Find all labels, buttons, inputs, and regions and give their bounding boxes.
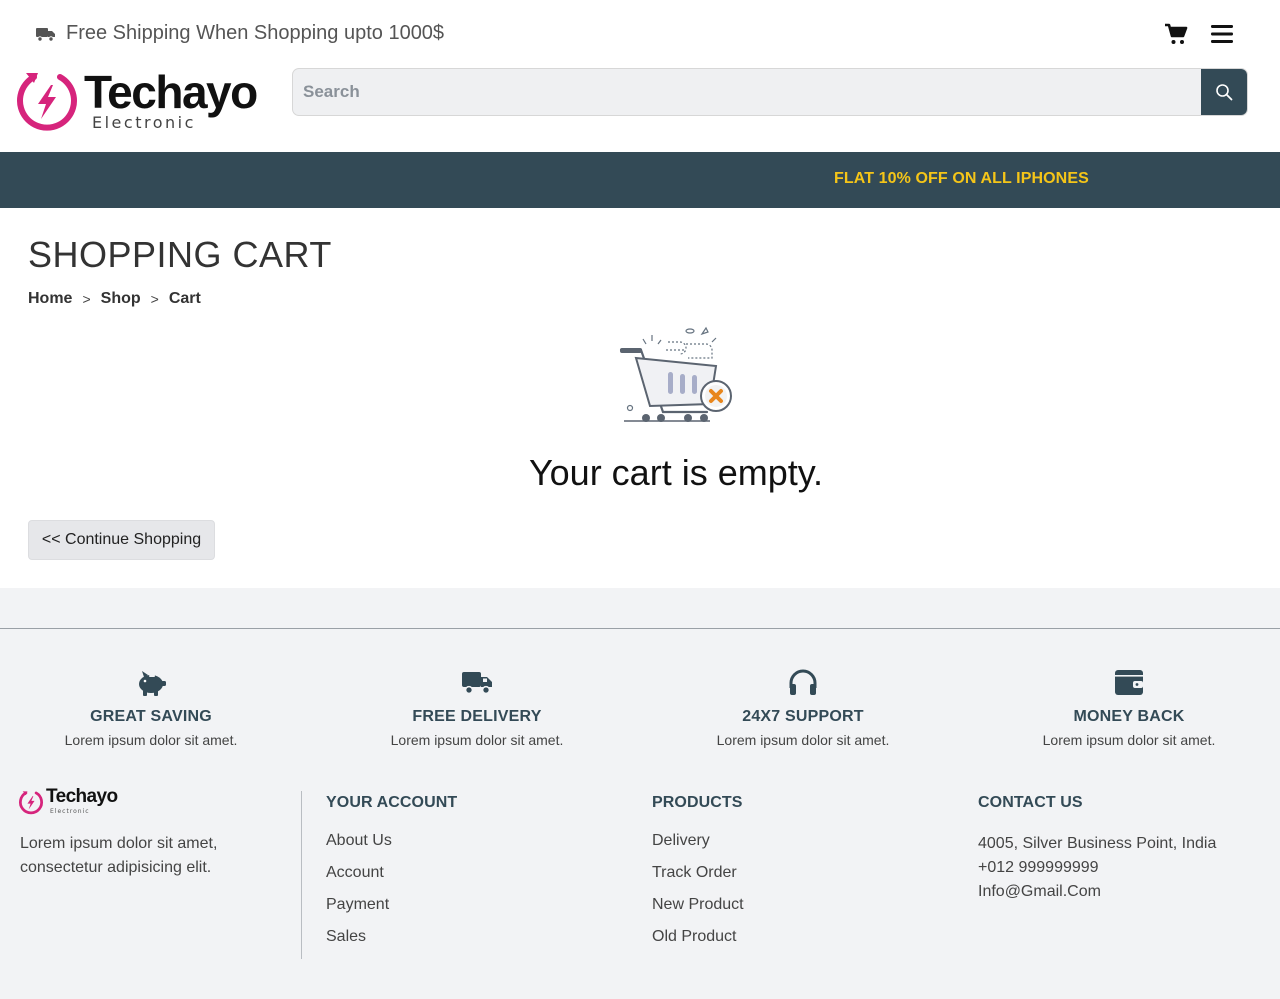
top-bar: Free Shipping When Shopping upto 1000$ <box>0 0 1280 64</box>
hamburger-menu-icon[interactable] <box>1210 22 1234 46</box>
search-icon <box>1216 84 1233 101</box>
search-bar <box>292 68 1248 116</box>
breadcrumb: Home > Shop > Cart <box>28 290 201 308</box>
footer-link-delivery[interactable]: Delivery <box>652 832 744 864</box>
footer-logo[interactable]: Techayo Electronic <box>18 786 146 816</box>
search-button[interactable] <box>1201 69 1247 115</box>
footer-link-new-product[interactable]: New Product <box>652 896 744 928</box>
feature-title: 24X7 SUPPORT <box>742 708 864 725</box>
footer-about-text: Lorem ipsum dolor sit amet, consectetur … <box>20 835 218 876</box>
footer-products-column: PRODUCTS Delivery Track Order New Produc… <box>652 794 744 960</box>
shipping-notice: Free Shipping When Shopping upto 1000$ <box>36 22 444 45</box>
breadcrumb-shop[interactable]: Shop <box>101 290 141 308</box>
feature-text: Lorem ipsum dolor sit amet. <box>716 732 890 748</box>
footer-contact-column: CONTACT US 4005, Silver Business Point, … <box>978 794 1216 904</box>
footer-column-heading: PRODUCTS <box>652 794 743 811</box>
footer-link-track-order[interactable]: Track Order <box>652 864 744 896</box>
power-bolt-logo-icon <box>17 73 77 131</box>
piggy-bank-icon <box>139 671 166 696</box>
footer: GREAT SAVING Lorem ipsum dolor sit amet.… <box>0 588 1280 999</box>
site-logo[interactable]: Techayo Electronic <box>14 66 278 134</box>
brand-name: Techayo <box>84 66 258 118</box>
feature-great-saving: GREAT SAVING Lorem ipsum dolor sit amet. <box>1 668 301 748</box>
breadcrumb-home[interactable]: Home <box>28 290 72 308</box>
feature-title: FREE DELIVERY <box>412 708 542 725</box>
contact-email[interactable]: Info@Gmail.Com <box>978 880 1216 904</box>
headphones-icon <box>789 669 817 695</box>
footer-brand-tagline: Electronic <box>50 808 90 815</box>
breadcrumb-separator: > <box>150 291 159 307</box>
footer-link-account[interactable]: Account <box>326 864 457 896</box>
footer-link-old-product[interactable]: Old Product <box>652 928 744 960</box>
promo-text: FLAT 10% OFF ON ALL IPHONES <box>834 170 1089 187</box>
page-title: SHOPPING CART <box>28 234 332 275</box>
footer-vertical-divider <box>301 791 302 959</box>
continue-shopping-button[interactable]: << Continue Shopping <box>28 520 215 560</box>
breadcrumb-cart: Cart <box>168 290 201 307</box>
footer-column-heading: CONTACT US <box>978 794 1083 811</box>
cart-icon[interactable] <box>1164 22 1188 46</box>
empty-cart-message: Your cart is empty. <box>528 452 824 493</box>
feature-title: MONEY BACK <box>1073 708 1185 725</box>
feature-text: Lorem ipsum dolor sit amet. <box>64 732 238 748</box>
feature-free-delivery: FREE DELIVERY Lorem ipsum dolor sit amet… <box>327 668 627 748</box>
search-input[interactable] <box>293 69 1201 115</box>
footer-account-column: YOUR ACCOUNT About Us Account Payment Sa… <box>326 794 457 960</box>
truck-icon <box>462 672 492 695</box>
brand-tagline: Electronic <box>92 113 196 132</box>
feature-text: Lorem ipsum dolor sit amet. <box>1042 732 1216 748</box>
contact-address: 4005, Silver Business Point, India <box>978 835 1217 852</box>
feature-support: 24X7 SUPPORT Lorem ipsum dolor sit amet. <box>653 668 953 748</box>
footer-link-payment[interactable]: Payment <box>326 896 457 928</box>
contact-phone[interactable]: +012 999999999 <box>978 856 1216 880</box>
power-bolt-logo-icon <box>19 791 43 815</box>
footer-column-heading: YOUR ACCOUNT <box>326 794 458 811</box>
feature-money-back: MONEY BACK Lorem ipsum dolor sit amet. <box>979 668 1279 748</box>
feature-title: GREAT SAVING <box>90 708 212 725</box>
breadcrumb-separator: > <box>82 291 91 307</box>
empty-cart-illustration <box>619 326 732 422</box>
truck-icon <box>36 27 55 42</box>
promo-banner: FLAT 10% OFF ON ALL IPHONES <box>0 152 1280 208</box>
footer-brand-name: Techayo <box>46 786 118 807</box>
wallet-icon <box>1115 670 1143 695</box>
footer-divider-line <box>0 628 1280 629</box>
shipping-text: Free Shipping When Shopping upto 1000$ <box>66 22 445 44</box>
footer-link-sales[interactable]: Sales <box>326 928 457 960</box>
footer-link-about-us[interactable]: About Us <box>326 832 457 864</box>
feature-text: Lorem ipsum dolor sit amet. <box>390 732 564 748</box>
